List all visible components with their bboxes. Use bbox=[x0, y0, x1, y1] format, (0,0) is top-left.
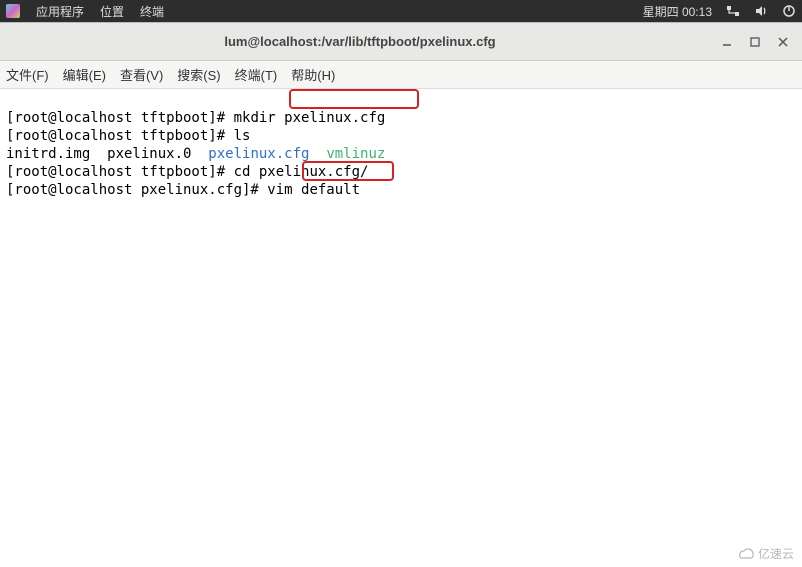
minimize-button[interactable] bbox=[720, 35, 734, 49]
menu-places[interactable]: 位置 bbox=[100, 3, 124, 20]
terminal-body[interactable]: [root@localhost tftpboot]# mkdir pxelinu… bbox=[0, 89, 802, 567]
menu-search[interactable]: 搜索(S) bbox=[177, 65, 220, 84]
volume-icon[interactable] bbox=[754, 4, 768, 18]
network-icon[interactable] bbox=[726, 4, 740, 18]
power-icon[interactable] bbox=[782, 4, 796, 18]
menu-terminal-launcher[interactable]: 终端 bbox=[140, 3, 164, 20]
highlight-box-pxelinux-cfg bbox=[289, 89, 419, 109]
window-titlebar[interactable]: lum@localhost:/var/lib/tftpboot/pxelinux… bbox=[0, 23, 802, 61]
menu-help[interactable]: 帮助(H) bbox=[291, 65, 335, 84]
menu-applications[interactable]: 应用程序 bbox=[36, 3, 84, 20]
prompt-line-2: [root@localhost tftpboot]# ls bbox=[6, 128, 250, 144]
window-title: lum@localhost:/var/lib/tftpboot/pxelinux… bbox=[0, 34, 720, 49]
maximize-button[interactable] bbox=[748, 35, 762, 49]
clock[interactable]: 星期四 00:13 bbox=[643, 3, 712, 20]
menu-edit[interactable]: 编辑(E) bbox=[63, 65, 106, 84]
menu-view[interactable]: 查看(V) bbox=[120, 65, 163, 84]
terminal-window: lum@localhost:/var/lib/tftpboot/pxelinux… bbox=[0, 22, 802, 567]
prompt-line-4: [root@localhost pxelinux.cfg]# vim defau… bbox=[6, 182, 360, 198]
terminal-menubar: 文件(F) 编辑(E) 查看(V) 搜索(S) 终端(T) 帮助(H) bbox=[0, 61, 802, 89]
menu-terminal[interactable]: 终端(T) bbox=[235, 65, 278, 84]
desktop-top-panel: 应用程序 位置 终端 星期四 00:13 bbox=[0, 0, 802, 22]
ls-output: initrd.img pxelinux.0 pxelinux.cfg vmlin… bbox=[6, 146, 385, 162]
activities-icon[interactable] bbox=[6, 4, 20, 18]
watermark: 亿速云 bbox=[736, 545, 794, 562]
prompt-line-1: [root@localhost tftpboot]# mkdir pxelinu… bbox=[6, 110, 385, 126]
highlight-box-default bbox=[302, 161, 394, 181]
close-button[interactable] bbox=[776, 35, 790, 49]
menu-file[interactable]: 文件(F) bbox=[6, 65, 49, 84]
